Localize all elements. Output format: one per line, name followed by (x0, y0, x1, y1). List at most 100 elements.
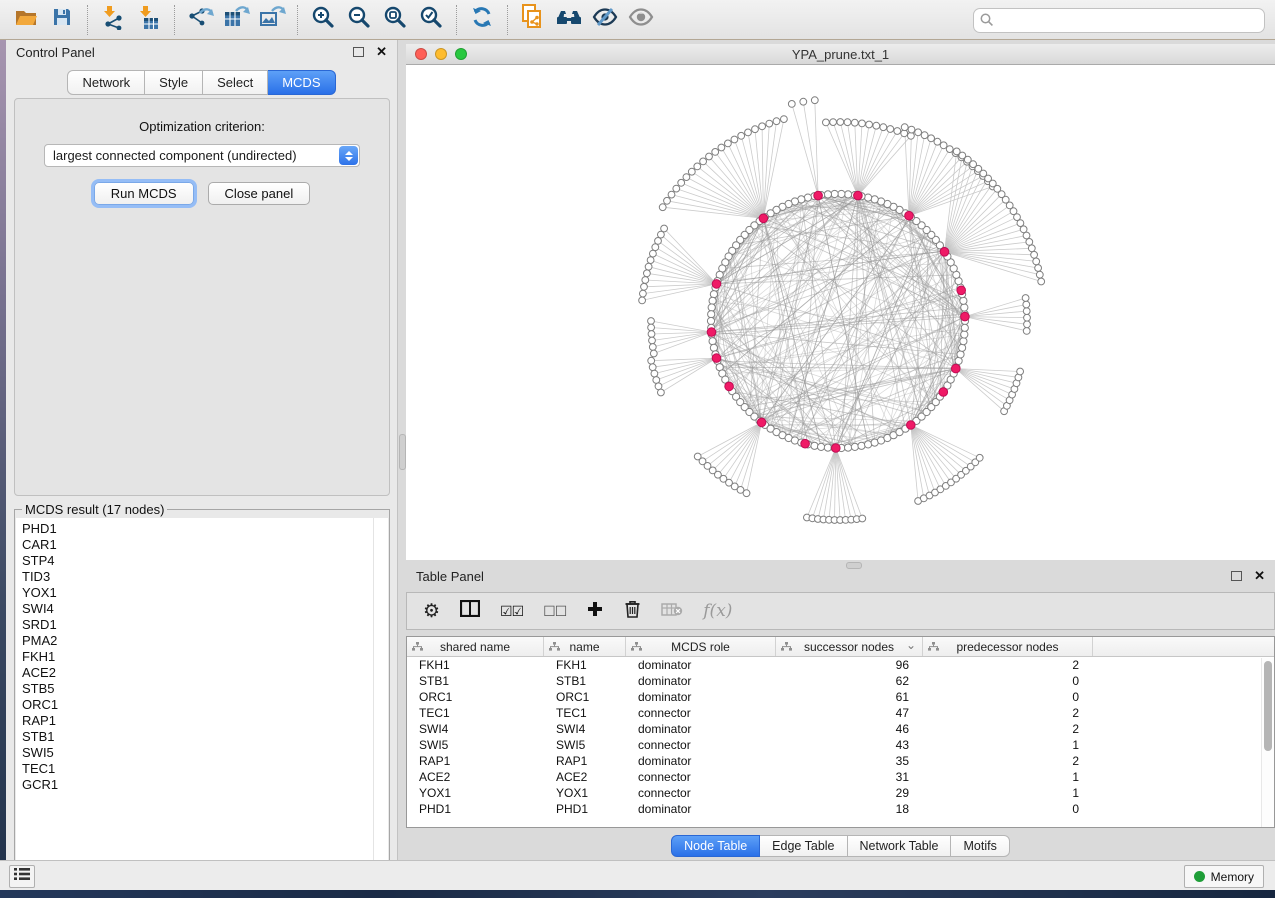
refresh-view-button[interactable] (464, 4, 500, 36)
scrollbar-thumb[interactable] (1264, 661, 1272, 751)
table-cell[interactable]: 1 (923, 785, 1093, 801)
mcds-result-item[interactable]: RAP1 (22, 713, 388, 729)
show-all-button[interactable] (623, 4, 659, 36)
table-row[interactable]: ACE2ACE2connector311 (407, 769, 1274, 785)
table-row[interactable]: PHD1PHD1dominator180 (407, 801, 1274, 817)
table-row[interactable]: SWI4SWI4dominator462 (407, 721, 1274, 737)
table-cell[interactable]: ACE2 (544, 769, 626, 785)
task-history-button[interactable] (9, 865, 35, 888)
mcds-result-item[interactable]: SWI5 (22, 745, 388, 761)
mcds-result-item[interactable]: FKH1 (22, 649, 388, 665)
table-cell[interactable]: STB1 (544, 673, 626, 689)
table-cell[interactable]: dominator (626, 673, 776, 689)
table-cell[interactable]: dominator (626, 721, 776, 737)
mcds-result-item[interactable]: SRD1 (22, 617, 388, 633)
table-cell[interactable]: FKH1 (544, 657, 626, 673)
table-cell[interactable]: 1 (923, 737, 1093, 753)
table-cell[interactable]: 35 (776, 753, 923, 769)
table-cell[interactable]: 2 (923, 657, 1093, 673)
mcds-result-item[interactable]: ORC1 (22, 697, 388, 713)
mcds-result-item[interactable]: GCR1 (22, 777, 388, 793)
tab-node-table[interactable]: Node Table (671, 835, 760, 857)
table-cell[interactable]: 29 (776, 785, 923, 801)
search-input[interactable] (973, 8, 1265, 33)
table-row[interactable]: STB1STB1dominator620 (407, 673, 1274, 689)
table-cell[interactable]: dominator (626, 753, 776, 769)
table-cell[interactable]: 18 (776, 801, 923, 817)
table-cell[interactable]: 2 (923, 753, 1093, 769)
table-cell[interactable]: RAP1 (544, 753, 626, 769)
table-row[interactable]: TEC1TEC1connector472 (407, 705, 1274, 721)
table-cell[interactable]: 62 (776, 673, 923, 689)
tab-network[interactable]: Network (67, 70, 145, 95)
table-settings-button[interactable]: ⚙ (423, 602, 440, 621)
table-cell[interactable]: TEC1 (544, 705, 626, 721)
table-cell[interactable]: connector (626, 705, 776, 721)
optimization-criterion-select[interactable]: largest connected component (undirected) (44, 144, 360, 167)
column-header-name[interactable]: name (544, 637, 626, 656)
table-scrollbar[interactable] (1261, 658, 1274, 828)
close-panel-icon[interactable]: ✕ (376, 44, 387, 60)
column-header-MCDS-role[interactable]: MCDS role (626, 637, 776, 656)
hide-selected-button[interactable] (587, 4, 623, 36)
mcds-list-scrollbar[interactable] (373, 518, 388, 876)
mcds-result-item[interactable]: SWI4 (22, 601, 388, 617)
table-cell[interactable]: SWI5 (544, 737, 626, 753)
table-cell[interactable]: dominator (626, 689, 776, 705)
table-cell[interactable]: 43 (776, 737, 923, 753)
select-all-button[interactable]: ☑☑ (500, 603, 523, 620)
export-table-button[interactable] (218, 4, 254, 36)
mcds-result-item[interactable]: STP4 (22, 553, 388, 569)
open-session-button[interactable] (8, 4, 44, 36)
table-cell[interactable]: 2 (923, 705, 1093, 721)
table-cell[interactable]: FKH1 (407, 657, 544, 673)
table-cell[interactable]: 2 (923, 721, 1093, 737)
table-cell[interactable]: 96 (776, 657, 923, 673)
close-panel-icon[interactable]: ✕ (1254, 568, 1265, 584)
show-column-button[interactable] (460, 600, 480, 622)
zoom-in-button[interactable] (305, 4, 341, 36)
table-row[interactable]: YOX1YOX1connector291 (407, 785, 1274, 801)
table-cell[interactable]: PHD1 (544, 801, 626, 817)
table-cell[interactable]: connector (626, 769, 776, 785)
float-panel-icon[interactable] (1231, 571, 1242, 581)
table-cell[interactable]: dominator (626, 657, 776, 673)
copy-network-button[interactable] (515, 4, 551, 36)
first-neighbors-button[interactable] (551, 4, 587, 36)
mcds-result-item[interactable]: CAR1 (22, 537, 388, 553)
table-cell[interactable]: SWI4 (544, 721, 626, 737)
vertical-splitter-handle[interactable] (399, 434, 406, 470)
table-cell[interactable]: 0 (923, 801, 1093, 817)
table-cell[interactable]: 46 (776, 721, 923, 737)
table-row[interactable]: ORC1ORC1dominator610 (407, 689, 1274, 705)
tab-select[interactable]: Select (203, 70, 268, 95)
zoom-selected-button[interactable] (413, 4, 449, 36)
mcds-result-item[interactable]: STB1 (22, 729, 388, 745)
table-cell[interactable]: ORC1 (544, 689, 626, 705)
export-network-button[interactable] (182, 4, 218, 36)
table-cell[interactable]: PHD1 (407, 801, 544, 817)
table-cell[interactable]: ACE2 (407, 769, 544, 785)
mcds-result-item[interactable]: TID3 (22, 569, 388, 585)
column-header-shared-name[interactable]: shared name (407, 637, 544, 656)
table-cell[interactable]: 0 (923, 673, 1093, 689)
table-row[interactable]: RAP1RAP1dominator352 (407, 753, 1274, 769)
mcds-result-item[interactable]: YOX1 (22, 585, 388, 601)
table-cell[interactable]: connector (626, 785, 776, 801)
mcds-result-item[interactable]: PMA2 (22, 633, 388, 649)
table-cell[interactable]: 31 (776, 769, 923, 785)
table-cell[interactable]: STB1 (407, 673, 544, 689)
network-window-titlebar[interactable]: YPA_prune.txt_1 (406, 44, 1275, 65)
table-cell[interactable]: ORC1 (407, 689, 544, 705)
delete-row-button[interactable] (624, 599, 641, 623)
table-cell[interactable]: TEC1 (407, 705, 544, 721)
add-row-button[interactable] (586, 600, 604, 623)
table-cell[interactable]: 47 (776, 705, 923, 721)
export-image-button[interactable] (254, 4, 290, 36)
tab-edge-table[interactable]: Edge Table (760, 835, 847, 857)
import-table-button[interactable] (131, 4, 167, 36)
mcds-result-item[interactable]: ACE2 (22, 665, 388, 681)
close-panel-button[interactable]: Close panel (208, 182, 311, 205)
column-header-successor-nodes[interactable]: successor nodes⌄ (776, 637, 923, 656)
column-header-predecessor-nodes[interactable]: predecessor nodes (923, 637, 1093, 656)
